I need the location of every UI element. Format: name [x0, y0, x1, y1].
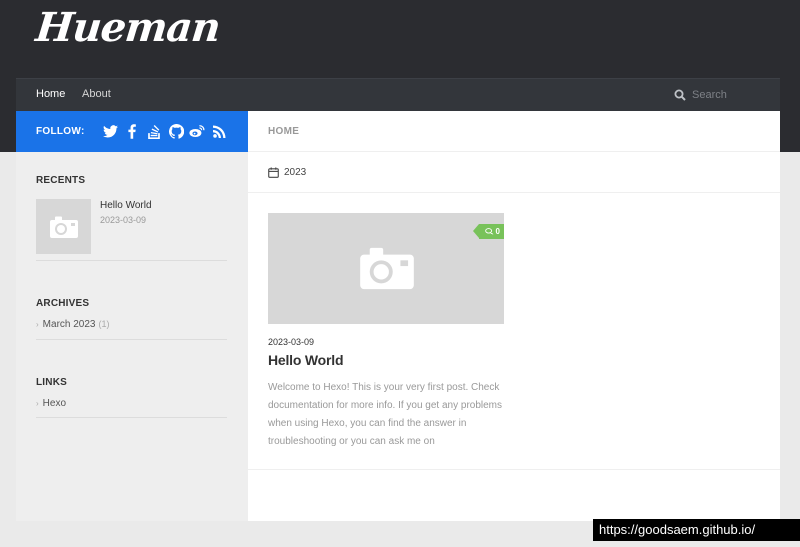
- github-icon[interactable]: [168, 123, 184, 139]
- archive-label: March 2023: [42, 319, 96, 330]
- facebook-icon[interactable]: [124, 123, 140, 139]
- nav-item-about[interactable]: About: [82, 88, 111, 100]
- comment-count-badge[interactable]: 0: [472, 224, 504, 239]
- search-icon: [674, 89, 686, 101]
- post-title[interactable]: Hello World: [268, 352, 344, 368]
- archives-title: ARCHIVES: [36, 298, 90, 309]
- divider: [248, 469, 780, 470]
- page-heading: HOME: [268, 126, 300, 137]
- url-watermark: https://goodsaem.github.io/: [593, 519, 800, 541]
- follow-label: FOLLOW:: [36, 126, 85, 137]
- nav-item-home[interactable]: Home: [36, 88, 65, 100]
- divider: [248, 192, 780, 193]
- post-thumbnail[interactable]: 0: [268, 213, 504, 324]
- link-hexo[interactable]: › Hexo: [36, 398, 66, 409]
- recents-title: RECENTS: [36, 175, 86, 186]
- divider: [248, 151, 780, 152]
- chevron-right-icon: ›: [36, 399, 39, 408]
- main-content: HOME 2023 0 2023-03-09 Hello World Welco…: [248, 111, 780, 521]
- stackoverflow-icon[interactable]: [146, 123, 162, 139]
- archive-year: 2023: [284, 167, 307, 178]
- recent-post-date: 2023-03-09: [100, 215, 147, 225]
- links-title: LINKS: [36, 377, 67, 388]
- rss-icon[interactable]: [211, 123, 227, 139]
- follow-bar: FOLLOW:: [16, 111, 248, 152]
- weibo-icon[interactable]: [189, 123, 205, 139]
- post-excerpt: Welcome to Hexo! This is your very first…: [268, 382, 503, 447]
- link-label: Hexo: [42, 398, 67, 409]
- archive-link-march-2023[interactable]: › March 2023 (1): [36, 319, 109, 330]
- archive-count: (1): [98, 319, 110, 329]
- sidebar: FOLLOW: RECENTS Hello World 2023-03-09 A…: [16, 111, 248, 521]
- divider: [36, 260, 227, 261]
- divider: [36, 417, 227, 418]
- comments-icon: [484, 228, 493, 235]
- recent-post-title[interactable]: Hello World: [100, 200, 152, 211]
- comment-count: 0: [495, 227, 500, 236]
- site-logo[interactable]: Hueman: [34, 4, 223, 51]
- divider: [36, 339, 227, 340]
- calendar-icon: [268, 167, 279, 178]
- chevron-right-icon: ›: [36, 320, 39, 329]
- main-nav: Home About: [16, 78, 780, 111]
- camera-icon: [49, 216, 78, 238]
- post-date: 2023-03-09: [268, 337, 315, 347]
- recent-post-thumbnail[interactable]: [36, 199, 91, 254]
- search-input[interactable]: [692, 86, 764, 104]
- twitter-icon[interactable]: [102, 123, 118, 139]
- search-box: [674, 86, 764, 104]
- camera-icon: [360, 247, 414, 290]
